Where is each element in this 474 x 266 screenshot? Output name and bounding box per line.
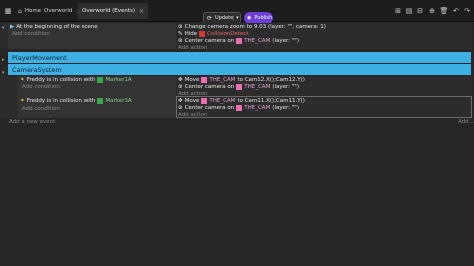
add-action-link[interactable]: Add action <box>178 112 207 118</box>
chevron-down-icon[interactable]: ▾ <box>233 15 241 21</box>
add-condition-link[interactable]: Add condition <box>22 84 60 90</box>
object-thumbnail <box>236 105 243 111</box>
camera-icon: ⊛ <box>178 105 183 111</box>
move-icon: ✥ <box>178 98 183 104</box>
collapse-arrow-icon[interactable]: ▸ <box>2 57 5 63</box>
camera-icon: ⊛ <box>178 24 183 30</box>
redo-icon[interactable]: ↷ <box>462 5 472 17</box>
menu-icon[interactable]: ▦ <box>3 5 13 17</box>
move-icon: ✥ <box>178 77 183 83</box>
add-subevent-icon[interactable]: ⊟ <box>415 5 425 17</box>
event-sheet: ▾ ▶ At the beginning of the scene Add co… <box>0 23 474 266</box>
conditions-column[interactable]: ✦ Freddy is in collision with Marker3A A… <box>18 96 176 118</box>
add-condition-link[interactable]: Add condition <box>12 31 50 37</box>
event-row[interactable]: ✦ Freddy is in collision with Marker1A A… <box>0 76 472 97</box>
object-thumbnail <box>97 77 104 83</box>
object-thumbnail <box>97 98 104 104</box>
action-center-camera[interactable]: ⊛ Center camera on THE_CAM (layer: "") <box>178 38 299 44</box>
play-icon: ▶ <box>10 24 15 30</box>
tab-overworld-events-label: Overworld (Events) <box>82 8 136 14</box>
drag-handle-icon[interactable]: ▾ <box>2 25 5 31</box>
actions-column[interactable]: ⊛ Change camera zoom to 9.03 (layer: "",… <box>176 23 472 51</box>
object-thumbnail <box>201 98 208 104</box>
tab-home-label: Home <box>24 8 42 14</box>
publish-label: Publish <box>254 15 273 21</box>
undo-icon[interactable]: ↶ <box>451 5 461 17</box>
add-condition-link[interactable]: Add condition <box>22 106 60 112</box>
object-thumbnail <box>236 38 243 44</box>
object-thumbnail <box>199 31 206 37</box>
object-thumbnail <box>201 77 208 83</box>
tab-overworld-label: Overworld <box>44 8 73 14</box>
condition-collision[interactable]: ✦ Freddy is in collision with Marker3A <box>20 98 132 104</box>
collision-icon: ✦ <box>20 98 25 104</box>
add-new-event-link[interactable]: Add a new event <box>9 119 55 125</box>
group-camera-system[interactable]: CameraSystem <box>8 64 471 75</box>
camera-icon: ⊛ <box>178 38 183 44</box>
collision-icon: ✦ <box>20 77 25 83</box>
group-player-movement[interactable]: PlayerMovement <box>8 52 471 63</box>
action-center-camera[interactable]: ⊛ Center camera on THE_CAM (layer: "") <box>178 105 299 111</box>
update-label: Update <box>215 15 234 21</box>
action-move[interactable]: ✥ Move THE_CAM to Cam12.X();Cam12.Y() <box>178 77 305 83</box>
add-group-icon[interactable]: ⊕ <box>427 5 437 17</box>
delete-icon[interactable]: 🗑 <box>439 5 449 17</box>
close-icon[interactable]: × <box>139 8 144 15</box>
home-icon: ⌂ <box>18 7 22 15</box>
update-icon: ⟳ <box>207 14 213 22</box>
add-more-link[interactable]: Add... <box>458 119 474 125</box>
action-hide[interactable]: ✎ Hide CollisionDetect <box>178 31 249 37</box>
conditions-column[interactable]: ✦ Freddy is in collision with Marker1A A… <box>18 76 176 96</box>
event-row[interactable]: ✦ Freddy is in collision with Marker3A A… <box>0 96 472 118</box>
object-thumbnail <box>236 84 243 90</box>
actions-column[interactable]: ✥ Move THE_CAM to Cam11.X();Cam11.Y() ⊛ … <box>176 96 472 118</box>
add-event-icon[interactable]: ▤ <box>404 5 414 17</box>
add-action-link[interactable]: Add action <box>178 45 207 51</box>
condition-collision[interactable]: ✦ Freddy is in collision with Marker1A <box>20 77 132 83</box>
hide-icon: ✎ <box>178 31 183 37</box>
action-move[interactable]: ✥ Move THE_CAM to Cam11.X();Cam11.Y() <box>178 98 305 104</box>
condition-scene-start[interactable]: ▶ At the beginning of the scene <box>10 24 98 30</box>
actions-column[interactable]: ✥ Move THE_CAM to Cam12.X();Cam12.Y() ⊛ … <box>176 76 472 97</box>
event-row[interactable]: ▾ ▶ At the beginning of the scene Add co… <box>0 23 472 51</box>
camera-icon: ⊛ <box>178 84 183 90</box>
publish-icon: ◉ <box>247 15 252 21</box>
conditions-column[interactable]: ▶ At the beginning of the scene Add cond… <box>8 23 176 49</box>
action-camera-zoom[interactable]: ⊛ Change camera zoom to 9.03 (layer: "",… <box>178 24 326 30</box>
tab-overworld-events[interactable]: Overworld (Events) × <box>78 3 149 19</box>
variables-icon[interactable]: ⊞ <box>393 5 403 17</box>
action-center-camera[interactable]: ⊛ Center camera on THE_CAM (layer: "") <box>178 84 299 90</box>
